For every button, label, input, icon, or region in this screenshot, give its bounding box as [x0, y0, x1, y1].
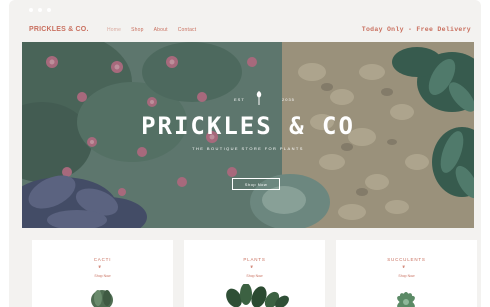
promo-banner: Today Only - Free Delivery: [361, 26, 471, 33]
hero-subtitle: THE BOUTIQUE STORE FOR PLANTS: [192, 146, 304, 151]
leaf-ornament-icon: ❦: [98, 264, 102, 269]
main-nav: Home Shop About Contact: [107, 27, 196, 33]
hero-title: PRICKLES & CO: [141, 112, 355, 140]
category-shop-link[interactable]: Shop Now: [336, 274, 477, 278]
window-dot-close[interactable]: [29, 8, 33, 12]
category-cards: CACTI ❦ Shop Now PLANTS ❦ Shop Now SUCCU…: [22, 240, 477, 307]
nav-item-shop[interactable]: Shop: [131, 27, 143, 33]
category-card-plants[interactable]: PLANTS ❦ Shop Now: [184, 240, 325, 307]
window-controls: [29, 8, 51, 12]
category-title: SUCCULENTS: [387, 257, 426, 262]
hero-banner: EST 2035 PRICKLES & CO THE BOUTIQUE STOR…: [22, 42, 474, 228]
nav-item-contact[interactable]: Contact: [178, 27, 197, 33]
category-shop-link[interactable]: Shop Now: [184, 274, 325, 278]
cactus-image: [91, 290, 113, 307]
shop-now-button[interactable]: Shop Now: [232, 178, 280, 190]
plants-image: [226, 284, 289, 307]
category-card-cacti[interactable]: CACTI ❦ Shop Now: [32, 240, 173, 307]
leaf-ornament-icon: ❦: [250, 264, 254, 269]
site-header: PRICKLES & CO. Home Shop About Contact T…: [9, 18, 481, 44]
category-card-succulents[interactable]: SUCCULENTS ❦ Shop Now: [336, 240, 477, 307]
category-title: CACTI: [93, 257, 112, 262]
category-shop-link[interactable]: Shop Now: [32, 274, 173, 278]
est-label: EST: [234, 97, 245, 102]
nav-item-about[interactable]: About: [154, 27, 168, 33]
leaf-ornament-icon: ❦: [402, 264, 406, 269]
window-dot-minimize[interactable]: [38, 8, 42, 12]
site-logo[interactable]: PRICKLES & CO.: [29, 26, 89, 33]
succulents-image: [397, 292, 415, 307]
hero-brand: EST 2035 PRICKLES & CO THE BOUTIQUE STOR…: [22, 42, 474, 228]
est-year: 2035: [282, 97, 295, 102]
window-dot-maximize[interactable]: [47, 8, 51, 12]
sprig-icon: [256, 91, 262, 105]
nav-item-home[interactable]: Home: [107, 27, 121, 33]
category-title: PLANTS: [243, 257, 266, 262]
